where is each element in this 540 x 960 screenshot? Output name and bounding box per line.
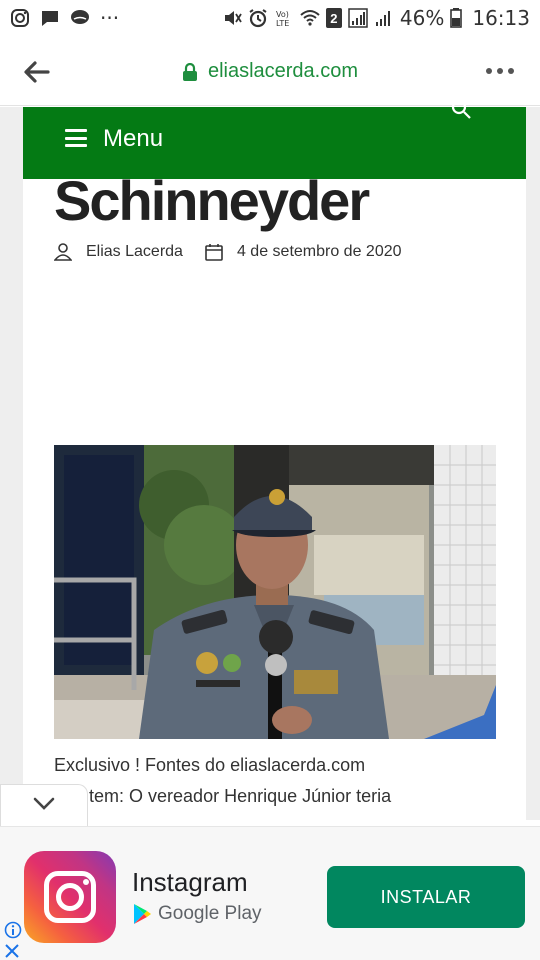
user-icon [54,243,72,261]
lock-icon [182,62,197,81]
google-play-icon [134,904,151,924]
ad-info-icon[interactable] [4,921,22,939]
alarm-icon [249,9,267,28]
volte-icon: Vo)LTE [276,10,289,28]
browser-toolbar: eliaslacerda.com [0,36,540,106]
store-name: Google Play [158,903,262,924]
svg-text:LTE: LTE [276,19,289,28]
status-bar: ··· Vo) LTE 2 46% 16:13 [0,0,540,36]
search-icon[interactable] [450,101,474,125]
caption-line-2: ...antem: O vereador Henrique Júnior ter… [54,786,392,806]
signal-icon [348,8,368,28]
overflow-menu-icon[interactable] [486,64,518,78]
article-meta: Elias Lacerda 4 de setembro de 2020 [54,243,402,261]
hamburger-icon[interactable] [65,129,87,147]
ad-collapse-tab[interactable] [0,784,88,826]
article-photo [54,445,496,739]
wifi-icon [300,10,320,26]
site-menu-bar: Menu [23,101,526,179]
ad-banner[interactable]: Instagram Google Play INSTALAR [0,826,540,960]
ad-app-name[interactable]: Instagram [132,867,248,898]
article-caption: Exclusivo ! Fontes do eliaslacerda.com .… [54,750,494,812]
signal-bars-icon [375,11,390,26]
battery-percent: 46% [399,6,445,30]
more-notifications-icon: ··· [100,6,120,30]
mute-icon [224,11,242,25]
ad-store: Google Play [132,903,262,925]
ad-close-icon[interactable] [4,943,20,959]
instagram-icon [11,9,29,27]
battery-icon [450,8,463,28]
menu-button[interactable]: Menu [103,125,163,153]
author-link[interactable]: Elias Lacerda [86,243,183,261]
address-bar[interactable]: eliaslacerda.com [0,60,540,83]
publish-date[interactable]: 4 de setembro de 2020 [237,243,402,261]
clock: 16:13 [472,6,530,30]
calendar-icon [205,244,223,261]
message-icon [42,11,58,26]
instagram-app-icon[interactable] [24,851,116,943]
sim2-icon: 2 [325,8,342,28]
chat-bubble-icon [71,10,89,24]
url-text: eliaslacerda.com [207,60,359,82]
caption-line-1: Exclusivo ! Fontes do eliaslacerda.com [54,755,366,775]
svg-text:Vo): Vo) [276,10,289,19]
chevron-down-icon [33,797,55,810]
install-button[interactable]: INSTALAR [327,866,525,928]
